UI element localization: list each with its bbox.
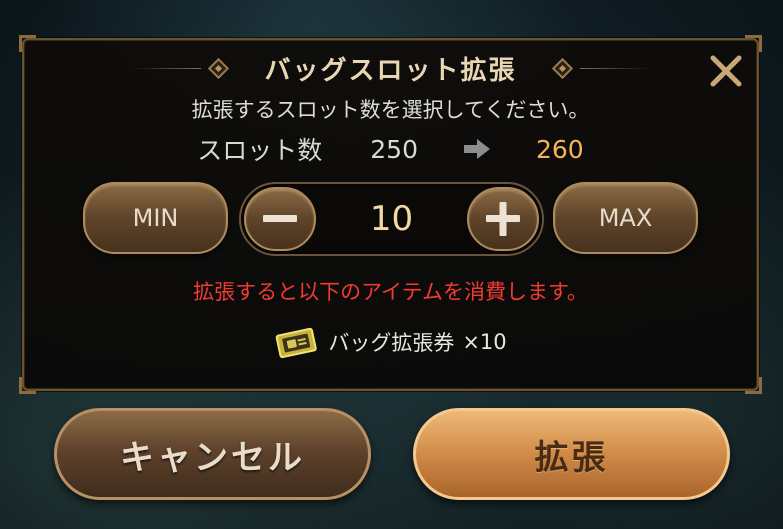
quantity-value: 10 [369,199,414,239]
title-divider-left [131,67,202,69]
cancel-button[interactable]: キャンセル [54,408,371,500]
increment-button[interactable] [467,187,539,251]
min-button[interactable]: MIN [83,182,228,254]
corner-ornament [745,377,762,394]
diamond-ornament-icon [208,57,230,79]
arrow-right-icon [464,139,490,159]
dialog-title: バッグスロット拡張 [264,55,517,86]
item-name: バッグ拡張券 [328,331,455,355]
plus-icon [486,202,520,236]
title-divider-right [579,67,650,69]
bag-ticket-icon [276,327,318,359]
expand-button[interactable]: 拡張 [413,408,730,500]
decrement-button[interactable] [244,187,316,251]
slot-expansion-dialog: バッグスロット拡張 拡張するスロット数を選択してください。 スロット数 250 … [19,35,762,394]
item-count: ×10 [462,330,507,354]
max-button[interactable]: MAX [553,182,698,254]
consumption-warning: 拡張すると以下のアイテムを消費します。 [193,280,588,304]
slot-count-new: 260 [536,134,584,164]
quantity-stepper: 10 [239,182,544,256]
title-bar: バッグスロット拡張 [24,50,757,86]
diamond-ornament-icon [551,57,573,79]
corner-ornament [19,377,36,394]
slot-count-label: スロット数 [197,136,323,165]
instruction-text: 拡張するスロット数を選択してください。 [191,98,590,122]
required-item-row: バッグ拡張券 ×10 [24,325,757,359]
slot-count-current: 250 [370,134,418,164]
minus-icon [263,215,297,222]
close-button[interactable] [707,52,745,90]
slot-count-row: スロット数 250 260 [24,131,757,167]
close-icon [710,55,742,87]
